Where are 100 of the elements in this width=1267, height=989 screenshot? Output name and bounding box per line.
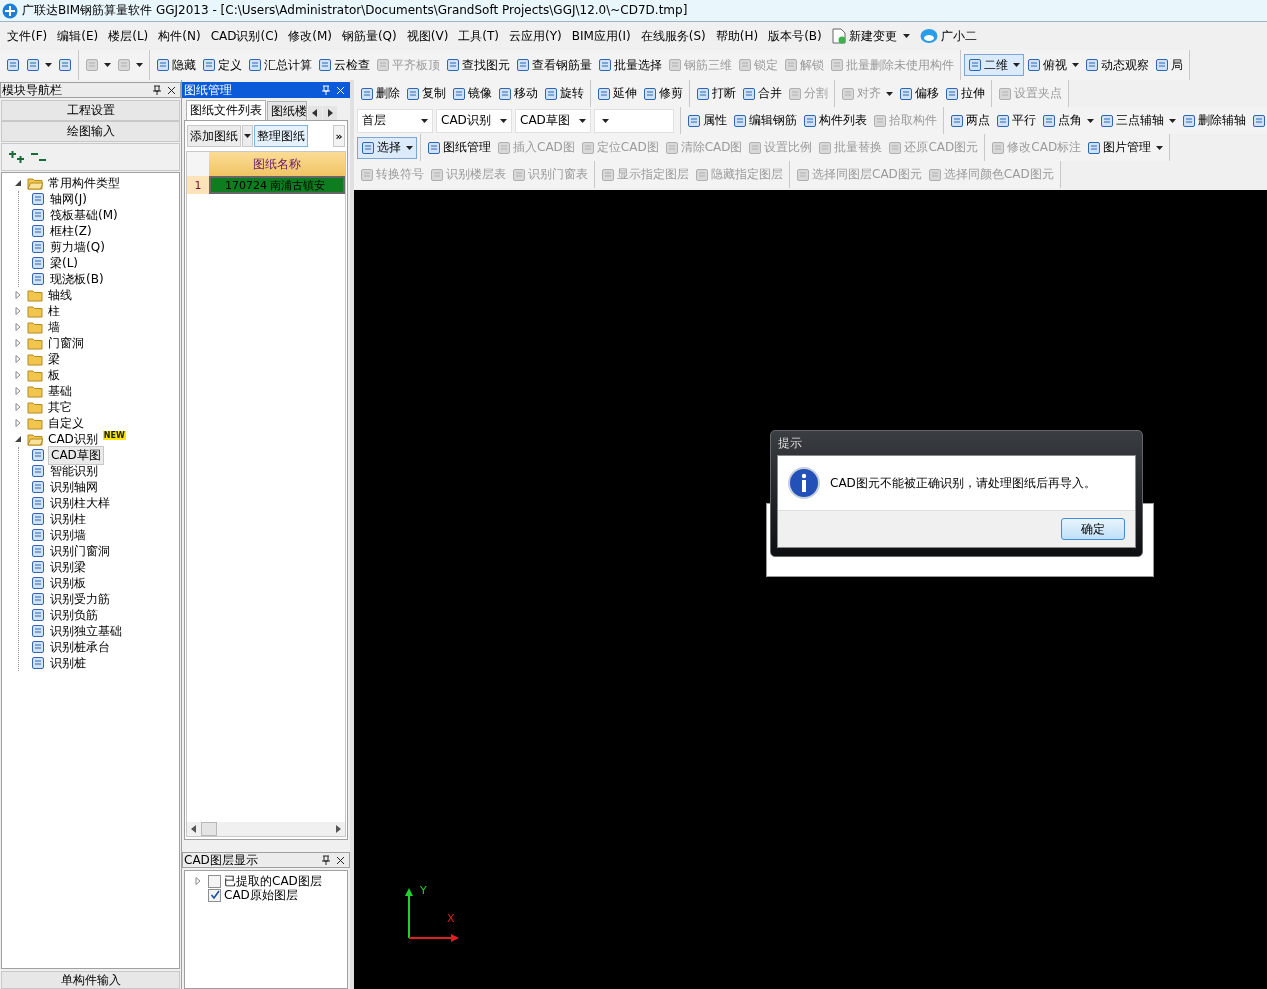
tree-item[interactable]: 现浇板(B) bbox=[48, 270, 106, 288]
toolbar-button[interactable]: 镜像 bbox=[449, 82, 495, 105]
tree-item[interactable]: 识别墙 bbox=[48, 526, 88, 544]
toolbar-button[interactable]: 二维 bbox=[964, 54, 1024, 76]
tree-item[interactable]: 墙 bbox=[46, 318, 62, 336]
scroll-thumb[interactable] bbox=[201, 822, 217, 836]
menu-item[interactable]: 视图(V) bbox=[401, 27, 454, 45]
toolbar-button[interactable]: 合并 bbox=[739, 82, 785, 105]
menu-item[interactable]: 在线服务(S) bbox=[635, 27, 711, 45]
toolbar-button[interactable]: 隐藏 bbox=[153, 54, 199, 76]
tree-item[interactable]: 识别负筋 bbox=[48, 606, 100, 624]
expand-arrow-icon[interactable] bbox=[14, 339, 22, 347]
menu-item[interactable]: 构件(N) bbox=[153, 27, 206, 45]
expand-arrow-icon[interactable] bbox=[14, 403, 22, 411]
expand-arrow-icon[interactable] bbox=[14, 387, 22, 395]
menu-item[interactable]: 修改(M) bbox=[283, 27, 337, 45]
toolbar-button[interactable]: 添加图纸 bbox=[187, 125, 241, 147]
tree-item[interactable]: 轴网(J) bbox=[48, 190, 89, 208]
toolbar-button[interactable]: 定义 bbox=[199, 54, 245, 76]
tree-item[interactable]: 自定义 bbox=[46, 414, 86, 432]
tree-item[interactable]: 识别独立基础 bbox=[48, 622, 124, 640]
tree-item[interactable]: 轴线 bbox=[46, 286, 74, 304]
tab-scroll-left-icon[interactable] bbox=[308, 106, 322, 120]
toolbar-button[interactable]: 拉伸 bbox=[942, 82, 988, 105]
toolbar-button[interactable]: 两点 bbox=[947, 109, 993, 132]
tree-item[interactable]: 柱 bbox=[46, 302, 62, 320]
tree-item[interactable]: 识别桩 bbox=[48, 654, 88, 672]
tree-item[interactable]: 其它 bbox=[46, 398, 74, 416]
toolbar-button[interactable]: 批量选择 bbox=[595, 54, 665, 76]
toolbar-button[interactable]: 动态观察 bbox=[1082, 54, 1152, 76]
toolbar-button[interactable]: 平行 bbox=[993, 109, 1039, 132]
menu-button[interactable]: 广小二 bbox=[914, 27, 982, 45]
tree-item[interactable]: 梁 bbox=[46, 350, 62, 368]
toolbar-button[interactable]: 选择 bbox=[357, 136, 417, 159]
toolbar-button[interactable]: 延伸 bbox=[594, 82, 640, 105]
tree-item[interactable]: 门窗洞 bbox=[46, 334, 86, 352]
toolbar-button[interactable]: 图片管理 bbox=[1084, 136, 1167, 159]
tree-item[interactable]: CAD识别 bbox=[46, 430, 100, 448]
tree-item[interactable]: 识别柱 bbox=[48, 510, 88, 528]
close-icon[interactable] bbox=[167, 85, 176, 95]
tab[interactable]: 图纸文件列表 bbox=[186, 100, 266, 120]
collapse-arrow-icon[interactable] bbox=[14, 179, 22, 187]
tree-item[interactable]: 识别板 bbox=[48, 574, 88, 592]
toolbar-button[interactable]: 汇总计算 bbox=[245, 54, 315, 76]
toolbar-button[interactable]: 俯视 bbox=[1024, 54, 1082, 76]
expand-arrow-icon[interactable] bbox=[14, 307, 22, 315]
checkbox[interactable] bbox=[208, 874, 221, 888]
toolbar-button[interactable]: 偏移 bbox=[896, 82, 942, 105]
tree-item[interactable]: 识别受力筋 bbox=[48, 590, 112, 608]
dropdown-button[interactable] bbox=[242, 125, 253, 147]
toolbar-button[interactable]: 查看钢筋量 bbox=[513, 54, 595, 76]
toolbar-button[interactable]: 删除辅轴 bbox=[1179, 109, 1249, 132]
dropdown[interactable]: CAD草图 bbox=[515, 108, 591, 133]
menu-item[interactable]: 工具(T) bbox=[453, 27, 504, 45]
tree-item[interactable]: 识别门窗洞 bbox=[48, 542, 112, 560]
menu-item[interactable]: 钢筋量(Q) bbox=[336, 27, 402, 45]
tree-item[interactable]: 智能识别 bbox=[48, 462, 100, 480]
toolbar-button[interactable]: 打断 bbox=[693, 82, 739, 105]
toolbar-button[interactable]: 编辑钢筋 bbox=[730, 109, 800, 132]
toolbar-button[interactable]: 云检查 bbox=[315, 54, 373, 76]
nav-button[interactable]: 绘图输入 bbox=[1, 121, 180, 142]
tree-item[interactable]: 识别轴网 bbox=[48, 478, 100, 496]
expand-all-icon[interactable] bbox=[8, 150, 26, 164]
toolbar-button[interactable]: 点角 bbox=[1039, 109, 1097, 132]
expand-arrow-icon[interactable] bbox=[14, 371, 22, 379]
pin-icon[interactable] bbox=[322, 855, 330, 865]
checkbox[interactable] bbox=[208, 888, 221, 902]
dropdown[interactable]: 首层 bbox=[357, 108, 433, 133]
toolbar-button[interactable]: 复制 bbox=[403, 82, 449, 105]
toolbar-button[interactable]: 整理图纸 bbox=[254, 125, 308, 147]
menu-item[interactable]: BIM应用(I) bbox=[566, 27, 636, 45]
nav-button[interactable]: 工程设置 bbox=[1, 100, 180, 121]
tree-item[interactable]: 剪力墙(Q) bbox=[48, 238, 107, 256]
toolbar-button[interactable]: 移动 bbox=[495, 82, 541, 105]
menu-item[interactable]: 楼层(L) bbox=[103, 27, 154, 45]
tree-item[interactable]: 识别柱大样 bbox=[48, 494, 112, 512]
toolbar-button[interactable]: 删除 bbox=[357, 82, 403, 105]
dropdown[interactable]: CAD识别 bbox=[436, 108, 512, 133]
expand-arrow-icon[interactable] bbox=[14, 291, 22, 299]
expand-arrow-icon[interactable] bbox=[14, 355, 22, 363]
toolbar-button[interactable]: 属性 bbox=[684, 109, 730, 132]
scroll-left-icon[interactable] bbox=[191, 825, 197, 833]
tab-scroll-right-icon[interactable] bbox=[323, 106, 337, 120]
toolbar-button[interactable]: 构件列表 bbox=[800, 109, 870, 132]
menu-item[interactable]: 云应用(Y) bbox=[504, 27, 567, 45]
tree-item[interactable]: 框柱(Z) bbox=[48, 222, 94, 240]
menu-item[interactable]: CAD识别(C) bbox=[205, 27, 284, 45]
tree-item[interactable]: 基础 bbox=[46, 382, 74, 400]
toolbar-button[interactable]: 修剪 bbox=[640, 82, 686, 105]
toolbar-button[interactable]: 局 bbox=[1152, 54, 1186, 76]
collapse-arrow-icon[interactable] bbox=[14, 435, 22, 443]
tree-item[interactable]: 梁(L) bbox=[48, 254, 81, 272]
expand-arrow-icon[interactable] bbox=[14, 323, 22, 331]
toolbar-button[interactable]: 查找图元 bbox=[443, 54, 513, 76]
tree-item[interactable]: 筏板基础(M) bbox=[48, 206, 120, 224]
toolbar-button[interactable]: 旋转 bbox=[541, 82, 587, 105]
tree-item[interactable]: 常用构件类型 bbox=[46, 174, 122, 192]
table-cell[interactable]: 170724 南浦古镇安 bbox=[209, 176, 345, 194]
tab[interactable]: 图纸楼 bbox=[267, 101, 307, 120]
pin-icon[interactable] bbox=[153, 85, 161, 95]
